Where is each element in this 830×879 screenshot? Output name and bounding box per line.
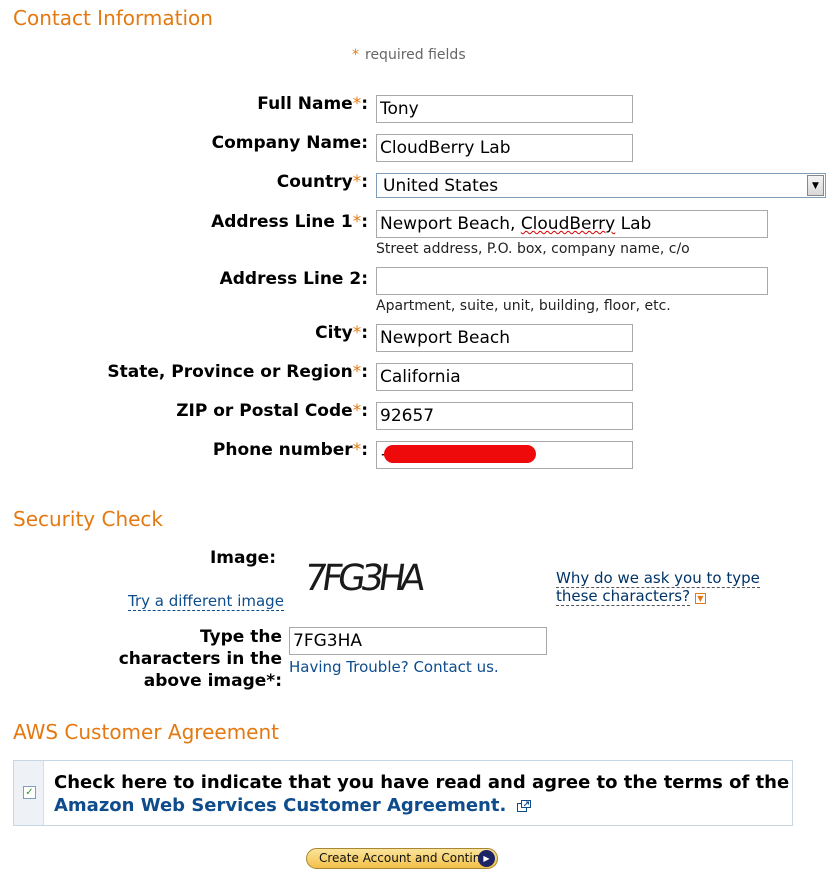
address-line-1-value: Newport Beach, CloudBerry Lab xyxy=(380,214,652,234)
state-label: State, Province or Region*: xyxy=(107,362,368,382)
contact-section-title: Contact Information xyxy=(13,6,213,30)
state-input[interactable] xyxy=(376,363,633,391)
create-account-button[interactable]: Create Account and Continue ▶ xyxy=(306,848,498,869)
address-line-1-input[interactable]: Newport Beach, CloudBerry Lab xyxy=(376,210,768,238)
why-line-1: Why do we ask you to type xyxy=(556,569,760,588)
full-name-label: Full Name*: xyxy=(257,94,368,114)
security-section-title: Security Check xyxy=(13,507,164,531)
address-line-1-hint: Street address, P.O. box, company name, … xyxy=(376,241,690,257)
city-label: City*: xyxy=(315,323,368,343)
captcha-input-label: Type the characters in the above image*: xyxy=(118,627,282,691)
agreement-checkbox[interactable]: ✓ xyxy=(23,786,36,799)
city-input[interactable] xyxy=(376,324,633,352)
expand-icon[interactable]: ▼ xyxy=(694,593,706,604)
zip-input[interactable] xyxy=(376,402,633,430)
having-trouble-link[interactable]: Having Trouble? Contact us. xyxy=(289,658,499,676)
chevron-down-icon[interactable]: ▼ xyxy=(807,175,824,196)
required-fields-note: * required fields xyxy=(352,47,466,63)
address-line-1-label: Address Line 1*: xyxy=(211,212,368,232)
address-line-2-input[interactable] xyxy=(376,267,768,295)
external-link-icon[interactable] xyxy=(516,795,531,818)
required-fields-text: required fields xyxy=(365,47,466,63)
phone-label: Phone number*: xyxy=(212,440,368,460)
why-line-2: these characters? xyxy=(556,587,691,606)
captcha-image: 7FG3HA xyxy=(301,552,436,602)
company-name-label: Company Name: xyxy=(211,133,368,153)
create-account-label: Create Account and Continue xyxy=(319,851,496,865)
agreement-text: Check here to indicate that you have rea… xyxy=(54,772,790,818)
country-select[interactable]: United States ▼ xyxy=(376,173,826,198)
address-line-2-hint: Apartment, suite, unit, building, floor,… xyxy=(376,298,671,314)
customer-agreement-link[interactable]: Amazon Web Services Customer Agreement. xyxy=(54,795,506,816)
captcha-input[interactable] xyxy=(289,627,547,655)
agreement-box: ✓ Check here to indicate that you have r… xyxy=(13,760,793,826)
full-name-input[interactable] xyxy=(376,95,633,123)
company-name-input[interactable] xyxy=(376,134,633,162)
address-line-2-label: Address Line 2: xyxy=(219,269,368,289)
country-select-value: United States xyxy=(383,176,499,196)
required-star: * xyxy=(352,47,359,63)
agreement-section-title: AWS Customer Agreement xyxy=(13,720,279,744)
arrow-right-circle-icon: ▶ xyxy=(478,850,495,867)
captcha-image-label: Image: xyxy=(209,548,276,568)
country-label: Country*: xyxy=(276,172,368,192)
captcha-text: 7FG3HA xyxy=(304,556,429,598)
try-different-image-link[interactable]: Try a different image xyxy=(128,592,284,611)
zip-label: ZIP or Postal Code*: xyxy=(176,401,368,421)
phone-redaction xyxy=(384,445,536,463)
why-captcha-help[interactable]: Why do we ask you to type these characte… xyxy=(556,569,760,606)
